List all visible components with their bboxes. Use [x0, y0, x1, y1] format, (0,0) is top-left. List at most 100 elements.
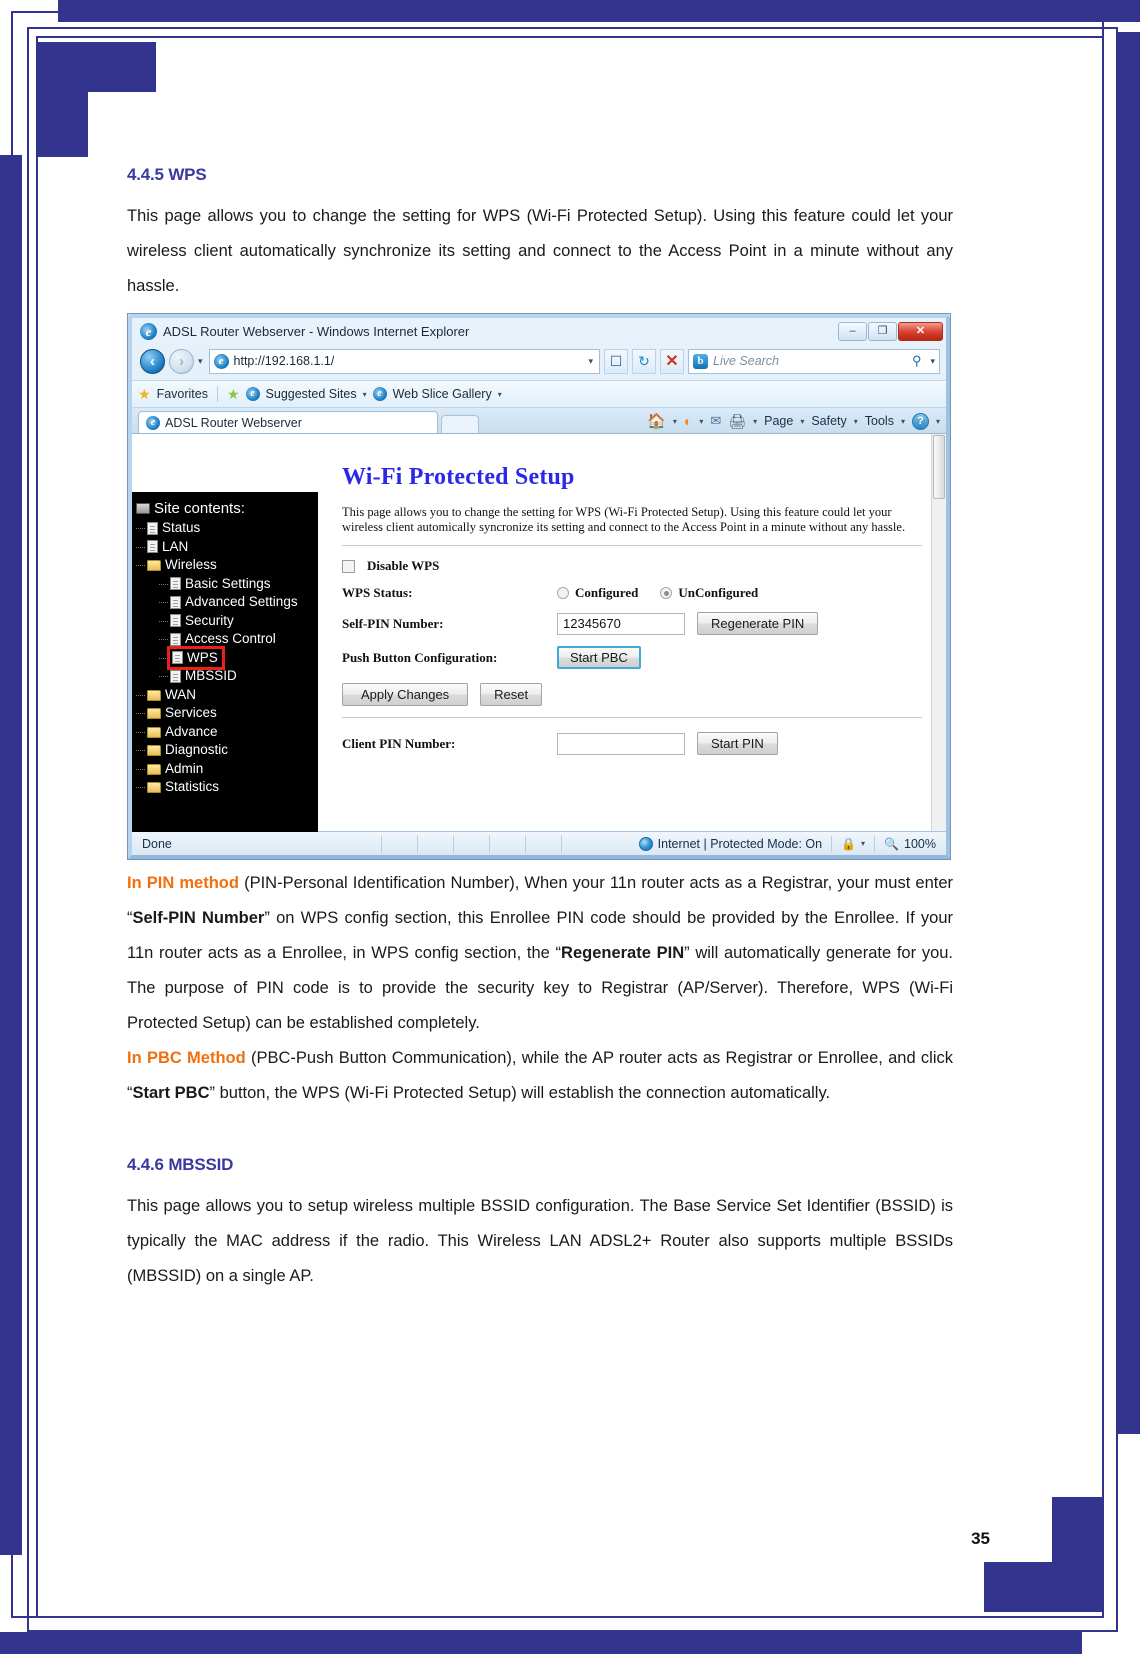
mail-icon[interactable]: ✉	[710, 413, 721, 429]
safety-menu[interactable]: Safety	[811, 414, 846, 428]
sidebar-item-label: MBSSID	[185, 668, 237, 684]
home-icon[interactable]: 🏠	[647, 412, 666, 430]
zoom-level[interactable]: 100%	[904, 837, 936, 851]
sidebar-item-access-control[interactable]: Access Control	[132, 630, 318, 649]
tools-caret-icon[interactable]: ▾	[901, 417, 905, 426]
apply-changes-button[interactable]: Apply Changes	[342, 683, 469, 706]
maximize-button[interactable]: ❐	[868, 322, 897, 341]
folder-icon	[147, 745, 161, 756]
reset-button[interactable]: Reset	[480, 683, 543, 706]
sidebar-item-label: Status	[162, 520, 201, 535]
help-icon[interactable]: ?	[911, 412, 929, 430]
new-tab-button[interactable]	[441, 415, 479, 433]
sidebar-item-label: Advance	[165, 723, 218, 739]
zoom-icon[interactable]: 🔍	[884, 837, 899, 851]
print-icon[interactable]: 🖨	[728, 413, 746, 430]
start-pbc-button[interactable]: Start PBC	[557, 646, 641, 669]
radio-unconfigured[interactable]: UnConfigured	[660, 585, 758, 601]
start-pin-button[interactable]: Start PIN	[697, 732, 778, 755]
radio-unconfigured-dot[interactable]	[660, 587, 673, 599]
add-to-favorites-icon[interactable]: ★	[227, 386, 240, 403]
web-slice-gallery-icon	[372, 387, 387, 401]
status-cells	[381, 834, 597, 853]
radio-configured-dot[interactable]	[557, 587, 569, 599]
tools-menu[interactable]: Tools	[865, 414, 894, 428]
client-pin-label: Client PIN Number:	[342, 735, 456, 751]
home-caret-icon[interactable]: ▾	[673, 417, 677, 426]
radio-configured[interactable]: Configured	[557, 585, 638, 601]
sidebar-item-security[interactable]: Security	[132, 612, 318, 631]
sidebar-item-wireless[interactable]: Wireless	[132, 556, 318, 575]
help-caret-icon[interactable]: ▾	[936, 417, 940, 426]
back-button[interactable]: ‹	[140, 348, 165, 374]
safety-caret-icon[interactable]: ▾	[854, 417, 858, 426]
favorites-star-icon[interactable]: ★	[138, 386, 151, 403]
address-input[interactable]: http://192.168.1.1/ ▾	[208, 348, 600, 374]
scrollbar-thumb[interactable]	[933, 435, 945, 499]
search-icon[interactable]: ⚲	[912, 353, 922, 369]
tab-adsl-router-webserver[interactable]: ADSL Router Webserver	[138, 411, 438, 433]
wps-page-title: Wi-Fi Protected Setup	[342, 464, 575, 490]
start-pbc-term: Start PBC	[132, 1084, 210, 1102]
page-icon	[172, 651, 183, 665]
regenerate-pin-button[interactable]: Regenerate PIN	[697, 612, 819, 635]
sidebar-item-advance[interactable]: Advance	[132, 723, 318, 742]
wps-status-label: WPS Status:	[342, 585, 413, 600]
sidebar-item-label: Admin	[165, 760, 204, 776]
self-pin-input[interactable]	[557, 612, 685, 635]
stop-icon[interactable]: ✕	[660, 348, 684, 374]
minimize-button[interactable]: –	[838, 322, 867, 341]
self-pin-label: Self-PIN Number:	[342, 615, 444, 631]
protected-mode-lock-icon: 🔒	[841, 836, 857, 851]
sidebar-item-wan[interactable]: WAN	[132, 686, 318, 705]
client-pin-input[interactable]	[557, 732, 685, 755]
rss-feeds-icon[interactable]: ◐	[684, 413, 692, 429]
favorites-label[interactable]: Favorites	[157, 387, 208, 401]
web-slice-gallery-caret-icon[interactable]: ▾	[498, 390, 502, 399]
sidebar-item-wps[interactable]: WPS	[167, 645, 225, 670]
disable-wps-label: Disable WPS	[367, 558, 440, 573]
forward-button[interactable]: ›	[169, 348, 194, 374]
compatibility-view-icon[interactable]: ☐	[604, 348, 628, 374]
search-dropdown-icon[interactable]: ▾	[930, 356, 935, 367]
sidebar-item-basic-settings[interactable]: Basic Settings	[132, 575, 318, 594]
print-caret-icon[interactable]: ▾	[753, 417, 757, 426]
refresh-icon[interactable]: ↻	[632, 348, 656, 374]
search-input[interactable]: b Live Search ⚲ ▾	[688, 348, 940, 374]
address-url-text: http://192.168.1.1/	[233, 354, 335, 368]
sidebar-item-label: WPS	[187, 649, 218, 665]
suggested-sites-icon	[245, 387, 260, 401]
self-pin-row: Self-PIN Number: Regenerate PIN	[342, 612, 922, 635]
sidebar-item-status[interactable]: Status	[132, 519, 318, 538]
suggested-sites-label[interactable]: Suggested Sites	[266, 387, 357, 401]
section-heading-wps: 4.4.5 WPS	[127, 165, 207, 184]
radio-unconfigured-label: UnConfigured	[678, 585, 759, 600]
sidebar-item-diagnostic[interactable]: Diagnostic	[132, 741, 318, 760]
page-caret-icon[interactable]: ▾	[800, 417, 804, 426]
router-sidebar: Site contents: Status LAN Wireless Basic…	[132, 492, 318, 832]
disable-wps-checkbox[interactable]	[342, 559, 355, 573]
radio-configured-label: Configured	[575, 585, 639, 600]
sidebar-item-admin[interactable]: Admin	[132, 760, 318, 779]
page-icon	[170, 632, 181, 646]
sidebar-item-lan[interactable]: LAN	[132, 538, 318, 557]
rss-caret-icon[interactable]: ▾	[699, 417, 703, 426]
suggested-sites-caret-icon[interactable]: ▾	[363, 390, 367, 399]
sidebar-item-advanced-settings[interactable]: Advanced Settings	[132, 593, 318, 612]
zone-caret-icon[interactable]: ▾	[861, 839, 865, 848]
folder-icon	[147, 708, 161, 719]
page-menu[interactable]: Page	[764, 414, 793, 428]
close-button[interactable]: ✕	[898, 322, 943, 341]
sidebar-item-statistics[interactable]: Statistics	[132, 778, 318, 797]
address-dropdown-icon[interactable]: ▾	[588, 356, 595, 367]
recent-pages-caret-icon[interactable]: ▾	[198, 356, 203, 367]
sidebar-item-label: Access Control	[185, 631, 276, 646]
command-bar: 🏠 ▾ ◐ ▾ ✉ 🖨 ▾ Page ▾ Safety ▾ Tools ▾ ? …	[647, 412, 940, 433]
sidebar-item-mbssid[interactable]: MBSSID	[132, 667, 318, 686]
sidebar-item-label: Advanced Settings	[185, 594, 298, 609]
folder-icon	[147, 689, 161, 701]
sidebar-item-services[interactable]: Services	[132, 704, 318, 723]
section-heading-mbssid: 4.4.6 MBSSID	[127, 1155, 234, 1174]
web-slice-gallery-label[interactable]: Web Slice Gallery	[393, 387, 492, 401]
viewport-scrollbar[interactable]	[931, 434, 946, 831]
